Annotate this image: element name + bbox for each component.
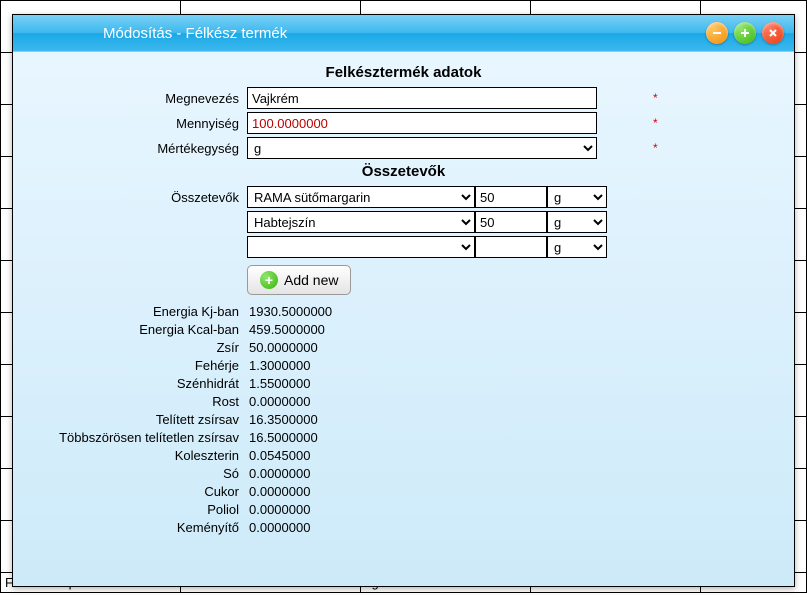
label-quantity: Mennyiség [37,116,247,131]
label-ingredients: Összetevők [37,190,247,205]
nutri-value-7: 16.5000000 [247,430,318,445]
nutri-value-6: 16.3500000 [247,412,318,427]
label-unit: Mértékegység [37,141,247,156]
ingredient-unit-1[interactable]: g [547,211,607,233]
label-name: Megnevezés [37,91,247,106]
nutri-value-1: 459.5000000 [247,322,325,337]
nutri-value-11: 0.0000000 [247,502,310,517]
nutri-label-9: Só [37,466,247,481]
nutri-value-9: 0.0000000 [247,466,310,481]
section-product-heading: Felkésztermék adatok [37,64,770,81]
nutri-value-12: 0.0000000 [247,520,310,535]
nutri-label-1: Energia Kcal-ban [37,322,247,337]
close-button[interactable] [762,22,784,44]
quantity-input[interactable] [247,112,597,134]
nutri-value-0: 1930.5000000 [247,304,332,319]
nutri-value-10: 0.0000000 [247,484,310,499]
nutri-value-8: 0.0545000 [247,448,310,463]
nutri-value-2: 50.0000000 [247,340,318,355]
unit-select[interactable]: g [247,137,597,159]
ingredient-unit-2[interactable]: g [547,236,607,258]
required-marker: * [653,141,658,155]
nutri-value-4: 1.5500000 [247,376,310,391]
plus-icon [739,27,751,39]
minus-icon [711,27,723,39]
add-ingredient-button[interactable]: + Add new [247,265,351,295]
close-icon [767,27,779,39]
nutri-label-3: Fehérje [37,358,247,373]
nutri-value-5: 0.0000000 [247,394,310,409]
modal-title: Módosítás - Félkész termék [103,25,287,42]
nutri-label-5: Rost [37,394,247,409]
nutri-label-0: Energia Kj-ban [37,304,247,319]
nutri-label-7: Többszörösen telítetlen zsírsav [37,430,247,445]
modal-titlebar: Módosítás - Félkész termék [13,15,794,51]
plus-circle-icon: + [260,271,278,289]
nutri-label-6: Telített zsírsav [37,412,247,427]
ingredient-qty-2[interactable] [475,236,547,258]
edit-product-modal: Módosítás - Félkész termék Felkésztermék… [12,14,795,587]
nutri-label-8: Koleszterin [37,448,247,463]
nutri-label-2: Zsír [37,340,247,355]
required-marker: * [653,116,658,130]
ingredient-select-0[interactable]: RAMA sütőmargarin [247,186,475,208]
ingredient-select-1[interactable]: Habtejszín [247,211,475,233]
section-ingredients-heading: Összetevők [37,163,770,180]
name-input[interactable] [247,87,597,109]
nutri-label-12: Keményítő [37,520,247,535]
required-marker: * [653,91,658,105]
nutri-label-10: Cukor [37,484,247,499]
minimize-button[interactable] [706,22,728,44]
modal-body[interactable]: Felkésztermék adatok Megnevezés * Mennyi… [13,51,794,586]
nutri-label-11: Poliol [37,502,247,517]
nutri-value-3: 1.3000000 [247,358,310,373]
ingredient-unit-0[interactable]: g [547,186,607,208]
ingredient-qty-1[interactable] [475,211,547,233]
nutri-label-4: Szénhidrát [37,376,247,391]
ingredient-qty-0[interactable] [475,186,547,208]
add-new-label: Add new [284,272,338,288]
ingredient-select-2[interactable] [247,236,475,258]
maximize-button[interactable] [734,22,756,44]
